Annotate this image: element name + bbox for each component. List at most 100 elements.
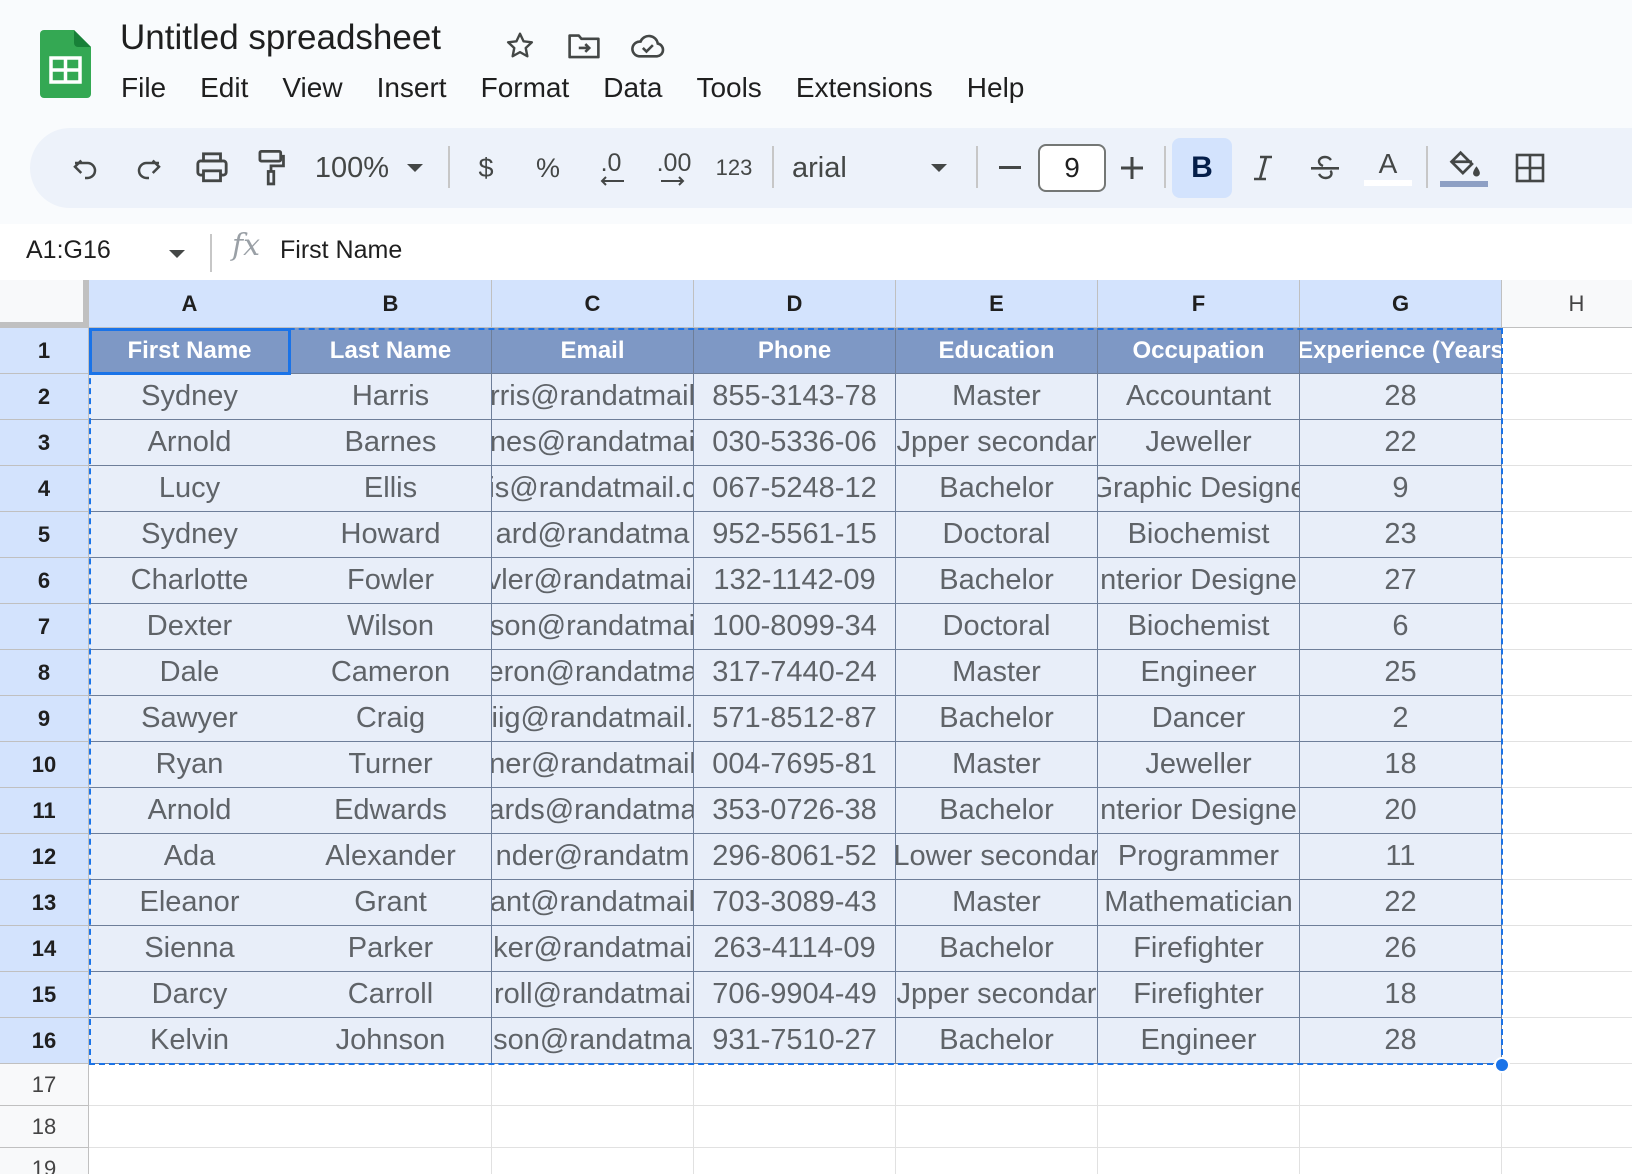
cell-h16[interactable] bbox=[1502, 1018, 1632, 1064]
cell-e5[interactable]: Doctoral bbox=[896, 512, 1098, 558]
select-all-corner[interactable] bbox=[0, 280, 89, 328]
row-header-7[interactable]: 7 bbox=[0, 604, 89, 650]
cell-b1[interactable]: Last Name bbox=[290, 328, 492, 374]
cell-c2[interactable]: rris@randatmail bbox=[492, 374, 694, 420]
number-format-button[interactable]: 123 bbox=[710, 138, 758, 198]
cell-b15[interactable]: Carroll bbox=[290, 972, 492, 1018]
cell-f16[interactable]: Engineer bbox=[1098, 1018, 1300, 1064]
cell-c10[interactable]: ner@randatmail bbox=[492, 742, 694, 788]
cell-a18[interactable] bbox=[89, 1106, 291, 1148]
cell-g3[interactable]: 22 bbox=[1300, 420, 1502, 466]
cell-a1[interactable]: First Name bbox=[89, 328, 291, 374]
cell-d5[interactable]: 952-5561-15 bbox=[694, 512, 896, 558]
cell-h7[interactable] bbox=[1502, 604, 1632, 650]
cell-h5[interactable] bbox=[1502, 512, 1632, 558]
cell-c7[interactable]: son@randatmai bbox=[492, 604, 694, 650]
cell-f10[interactable]: Jeweller bbox=[1098, 742, 1300, 788]
cell-d11[interactable]: 353-0726-38 bbox=[694, 788, 896, 834]
cell-a14[interactable]: Sienna bbox=[89, 926, 291, 972]
cell-e11[interactable]: Bachelor bbox=[896, 788, 1098, 834]
font-caret-icon[interactable] bbox=[924, 138, 954, 198]
cell-c12[interactable]: nder@randatm bbox=[492, 834, 694, 880]
cell-b8[interactable]: Cameron bbox=[290, 650, 492, 696]
column-header-g[interactable]: G bbox=[1300, 280, 1502, 328]
cell-d1[interactable]: Phone bbox=[694, 328, 896, 374]
cell-b2[interactable]: Harris bbox=[290, 374, 492, 420]
cell-g11[interactable]: 20 bbox=[1300, 788, 1502, 834]
cell-e16[interactable]: Bachelor bbox=[896, 1018, 1098, 1064]
move-folder-icon[interactable] bbox=[564, 26, 604, 66]
cell-b13[interactable]: Grant bbox=[290, 880, 492, 926]
cell-h17[interactable] bbox=[1502, 1064, 1632, 1106]
menu-extensions[interactable]: Extensions bbox=[779, 66, 950, 110]
cell-e15[interactable]: Jpper secondar bbox=[896, 972, 1098, 1018]
cell-g9[interactable]: 2 bbox=[1300, 696, 1502, 742]
cell-h4[interactable] bbox=[1502, 466, 1632, 512]
cell-e19[interactable] bbox=[896, 1148, 1098, 1174]
column-header-a[interactable]: A bbox=[89, 280, 291, 328]
cell-f6[interactable]: nterior Designe bbox=[1098, 558, 1300, 604]
cell-f13[interactable]: Mathematician bbox=[1098, 880, 1300, 926]
row-header-9[interactable]: 9 bbox=[0, 696, 89, 742]
column-header-d[interactable]: D bbox=[694, 280, 896, 328]
text-color-button[interactable]: A bbox=[1360, 138, 1416, 198]
cell-g7[interactable]: 6 bbox=[1300, 604, 1502, 650]
cell-d15[interactable]: 706-9904-49 bbox=[694, 972, 896, 1018]
column-header-b[interactable]: B bbox=[290, 280, 492, 328]
row-header-12[interactable]: 12 bbox=[0, 834, 89, 880]
cell-g15[interactable]: 18 bbox=[1300, 972, 1502, 1018]
cell-h19[interactable] bbox=[1502, 1148, 1632, 1174]
row-header-6[interactable]: 6 bbox=[0, 558, 89, 604]
cell-d8[interactable]: 317-7440-24 bbox=[694, 650, 896, 696]
row-header-5[interactable]: 5 bbox=[0, 512, 89, 558]
cell-b18[interactable] bbox=[290, 1106, 492, 1148]
cell-g16[interactable]: 28 bbox=[1300, 1018, 1502, 1064]
cell-d6[interactable]: 132-1142-09 bbox=[694, 558, 896, 604]
cell-e17[interactable] bbox=[896, 1064, 1098, 1106]
cell-b10[interactable]: Turner bbox=[290, 742, 492, 788]
column-header-e[interactable]: E bbox=[896, 280, 1098, 328]
cell-b19[interactable] bbox=[290, 1148, 492, 1174]
print-icon[interactable] bbox=[186, 138, 238, 198]
cell-a4[interactable]: Lucy bbox=[89, 466, 291, 512]
cell-g10[interactable]: 18 bbox=[1300, 742, 1502, 788]
cell-h13[interactable] bbox=[1502, 880, 1632, 926]
cell-d17[interactable] bbox=[694, 1064, 896, 1106]
cell-d13[interactable]: 703-3089-43 bbox=[694, 880, 896, 926]
cell-f7[interactable]: Biochemist bbox=[1098, 604, 1300, 650]
cell-h12[interactable] bbox=[1502, 834, 1632, 880]
cell-d9[interactable]: 571-8512-87 bbox=[694, 696, 896, 742]
row-header-2[interactable]: 2 bbox=[0, 374, 89, 420]
cell-d2[interactable]: 855-3143-78 bbox=[694, 374, 896, 420]
cell-d4[interactable]: 067-5248-12 bbox=[694, 466, 896, 512]
decrease-decimal-button[interactable]: .0 bbox=[586, 138, 636, 198]
cell-f11[interactable]: nterior Designe bbox=[1098, 788, 1300, 834]
font-size-input[interactable]: 9 bbox=[1038, 144, 1106, 192]
strikethrough-icon[interactable] bbox=[1300, 138, 1350, 198]
menu-help[interactable]: Help bbox=[950, 66, 1042, 110]
cell-c1[interactable]: Email bbox=[492, 328, 694, 374]
menu-data[interactable]: Data bbox=[586, 66, 679, 110]
menu-file[interactable]: File bbox=[104, 66, 183, 110]
cell-h6[interactable] bbox=[1502, 558, 1632, 604]
column-header-f[interactable]: F bbox=[1098, 280, 1300, 328]
undo-icon[interactable] bbox=[60, 138, 110, 198]
cell-g12[interactable]: 11 bbox=[1300, 834, 1502, 880]
cell-g13[interactable]: 22 bbox=[1300, 880, 1502, 926]
cell-d18[interactable] bbox=[694, 1106, 896, 1148]
cell-g4[interactable]: 9 bbox=[1300, 466, 1502, 512]
cell-e13[interactable]: Master bbox=[896, 880, 1098, 926]
cell-b9[interactable]: Craig bbox=[290, 696, 492, 742]
row-header-4[interactable]: 4 bbox=[0, 466, 89, 512]
cell-g18[interactable] bbox=[1300, 1106, 1502, 1148]
cell-g14[interactable]: 26 bbox=[1300, 926, 1502, 972]
paint-format-icon[interactable] bbox=[246, 138, 296, 198]
cell-c9[interactable]: iig@randatmail. bbox=[492, 696, 694, 742]
name-box-caret-icon[interactable] bbox=[168, 246, 186, 264]
cell-e12[interactable]: Lower secondar bbox=[896, 834, 1098, 880]
bold-button[interactable]: B bbox=[1172, 138, 1232, 198]
increase-decimal-button[interactable]: .00 bbox=[644, 138, 704, 198]
cell-c8[interactable]: eron@randatma bbox=[492, 650, 694, 696]
decrease-font-size-icon[interactable] bbox=[990, 138, 1030, 198]
cell-c6[interactable]: vler@randatmail bbox=[492, 558, 694, 604]
